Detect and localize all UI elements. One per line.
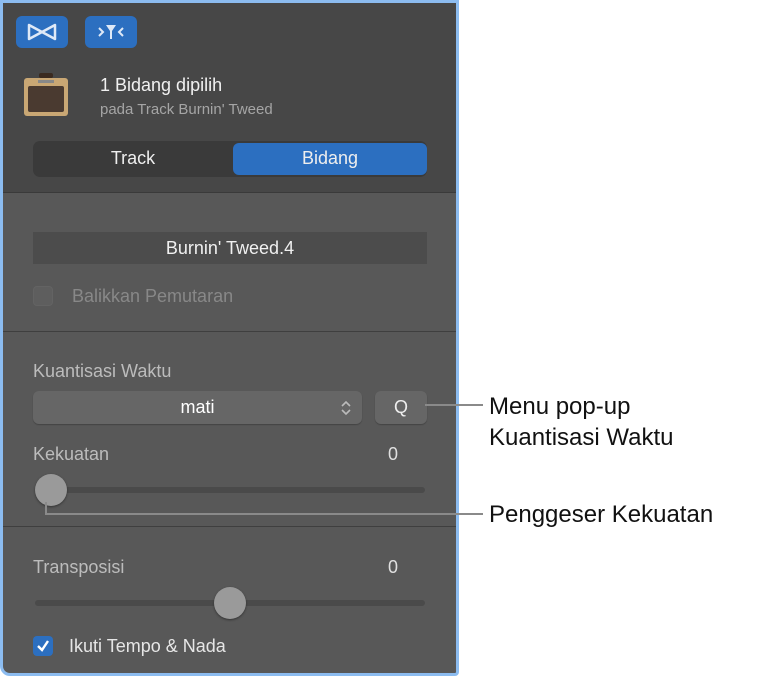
inspector-header: 1 Bidang dipilih pada Track Burnin' Twee…: [3, 3, 456, 193]
callout-text: Kuantisasi Waktu: [489, 424, 674, 451]
divider: [3, 331, 456, 332]
tab-track[interactable]: Track: [33, 141, 233, 177]
reverse-playback-checkbox[interactable]: [33, 286, 53, 306]
strength-value: 0: [388, 444, 399, 464]
quantize-popup[interactable]: mati: [33, 391, 362, 424]
track-region-segmented-control: Track Bidang: [33, 141, 427, 177]
checkmark-icon: [37, 640, 49, 652]
strength-label: Kekuatan: [33, 444, 110, 464]
quantize-q-button[interactable]: Q: [375, 391, 427, 424]
tab-bidang[interactable]: Bidang: [233, 143, 427, 175]
strength-slider-knob[interactable]: [35, 474, 67, 506]
quantize-value: mati: [180, 397, 215, 417]
library-button[interactable]: [16, 16, 68, 48]
transpose-label: Transposisi: [33, 557, 125, 577]
callout-line: [425, 404, 483, 406]
callout-quantize: Menu pop-up Kuantisasi Waktu: [489, 391, 674, 453]
quantize-label: Kuantisasi Waktu: [33, 361, 172, 381]
callout-strength: Penggeser Kekuatan: [489, 501, 714, 528]
inspector-panel: 1 Bidang dipilih pada Track Burnin' Twee…: [0, 0, 459, 676]
callout-line: [45, 513, 483, 515]
callout-text: Menu pop-up: [489, 393, 631, 420]
selection-title: 1 Bidang dipilih: [100, 75, 223, 95]
transpose-slider-knob[interactable]: [214, 587, 246, 619]
strength-slider-track[interactable]: [35, 487, 425, 493]
chevron-updown-icon: [341, 400, 351, 416]
transpose-value: 0: [388, 557, 399, 577]
follow-tempo-checkbox[interactable]: [33, 636, 53, 656]
divider: [3, 526, 456, 527]
selection-subtitle: pada Track Burnin' Tweed: [100, 101, 273, 118]
region-name-field[interactable]: Burnin' Tweed.4: [33, 232, 427, 264]
smart-controls-icon: [98, 25, 124, 39]
reverse-playback-label: Balikkan Pemutaran: [72, 286, 234, 306]
follow-tempo-label: Ikuti Tempo & Nada: [69, 636, 226, 656]
smart-controls-button[interactable]: [85, 16, 137, 48]
amp-icon: [22, 73, 70, 117]
bowtie-icon: [27, 23, 57, 41]
